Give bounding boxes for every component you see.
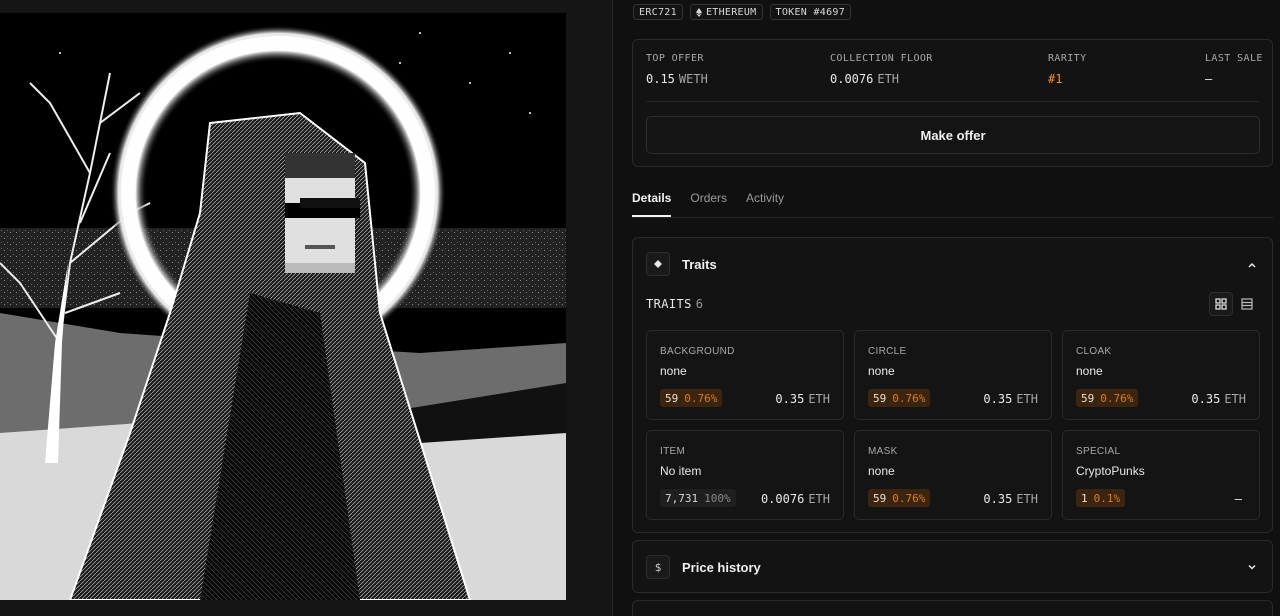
stat-value: 0.15 WETH <box>646 72 708 86</box>
trait-floor-price: 0.35 ETH <box>1191 392 1246 406</box>
stat-label: RARITY <box>1048 53 1087 64</box>
offer-card: TOP OFFER 0.15 WETH COLLECTION FLOOR 0.00… <box>632 39 1273 167</box>
stat-label: LAST SALE <box>1205 53 1263 64</box>
trait-value: none <box>660 364 687 378</box>
traits-header[interactable]: Traits <box>646 252 717 276</box>
traits-count: TRAITS 6 <box>646 297 704 311</box>
stat-value: 0.0076 ETH <box>830 72 900 86</box>
trait-card-special[interactable]: SPECIAL CryptoPunks 1 0.1% – <box>1062 430 1260 520</box>
rarity-rank: #1 <box>1048 72 1063 86</box>
list-icon <box>1241 298 1253 310</box>
trait-card-circle[interactable]: CIRCLE none 59 0.76% 0.35 ETH <box>854 330 1052 420</box>
price-history-title: Price history <box>682 559 761 575</box>
detail-tabs: Details Orders Activity <box>632 191 784 217</box>
details-pane: ERC721 ETHEREUM TOKEN #4697 TOP OFFER 0.… <box>613 0 1280 616</box>
list-view-button[interactable] <box>1235 292 1259 316</box>
trait-floor-price: – <box>1234 492 1242 506</box>
chip-standard: ERC721 <box>633 4 683 20</box>
trait-floor-price: 0.35 ETH <box>775 392 830 406</box>
trait-card-item[interactable]: ITEM No item 7,731 100% 0.0076 ETH <box>646 430 844 520</box>
tab-details[interactable]: Details <box>632 191 672 217</box>
traits-title: Traits <box>682 256 717 272</box>
diamond-icon <box>646 252 670 276</box>
stat-label: TOP OFFER <box>646 53 704 64</box>
trait-rarity-badge: 59 0.76% <box>868 489 931 507</box>
traits-section: Traits TRAITS 6 BACKGROUND none 59 0.76%… <box>632 237 1273 533</box>
grid-icon <box>1215 298 1227 310</box>
price-history-section[interactable]: $ Price history <box>632 540 1273 593</box>
trait-value: none <box>868 364 895 378</box>
trait-type: CIRCLE <box>868 346 907 357</box>
trait-floor-price: 0.35 ETH <box>983 492 1038 506</box>
make-offer-button[interactable]: Make offer <box>646 116 1260 154</box>
trait-value: none <box>868 464 895 478</box>
chevron-up-icon[interactable] <box>1246 259 1258 271</box>
stat-last-sale: LAST SALE – <box>1205 53 1263 86</box>
grid-view-button[interactable] <box>1209 292 1233 316</box>
stat-value: – <box>1205 72 1213 86</box>
trait-type: SPECIAL <box>1076 446 1121 457</box>
chevron-down-icon[interactable] <box>1246 561 1258 573</box>
chip-chain: ETHEREUM <box>689 4 763 20</box>
trait-value: No item <box>660 464 702 478</box>
trait-type: CLOAK <box>1076 346 1112 357</box>
dollar-icon: $ <box>646 555 670 579</box>
hooded-figure-illustration <box>0 13 566 600</box>
tab-activity[interactable]: Activity <box>746 191 784 217</box>
ethereum-icon <box>695 7 702 17</box>
next-section-card[interactable] <box>632 600 1273 616</box>
divider <box>646 101 1259 102</box>
trait-floor-price: 0.0076 ETH <box>760 492 830 506</box>
stat-top-offer: TOP OFFER 0.15 WETH <box>646 53 708 86</box>
view-toggle <box>1209 292 1259 316</box>
chip-token-id: TOKEN #4697 <box>769 4 852 20</box>
trait-grid: BACKGROUND none 59 0.76% 0.35 ETH CIRCLE n… <box>646 330 1260 520</box>
trait-value: CryptoPunks <box>1076 464 1145 478</box>
price-history-header: $ Price history <box>646 555 761 579</box>
stat-collection-floor: COLLECTION FLOOR 0.0076 ETH <box>830 53 933 86</box>
artwork-pane <box>0 0 612 616</box>
trait-rarity-badge: 59 0.76% <box>868 389 931 407</box>
trait-type: BACKGROUND <box>660 346 735 357</box>
trait-rarity-badge: 7,731 100% <box>660 489 736 507</box>
token-chips: ERC721 ETHEREUM TOKEN #4697 <box>633 4 852 20</box>
trait-value: none <box>1076 364 1103 378</box>
stat-label: COLLECTION FLOOR <box>830 53 933 64</box>
trait-card-cloak[interactable]: CLOAK none 59 0.76% 0.35 ETH <box>1062 330 1260 420</box>
trait-rarity-badge: 1 0.1% <box>1076 489 1126 507</box>
trait-floor-price: 0.35 ETH <box>983 392 1038 406</box>
trait-rarity-badge: 59 0.76% <box>660 389 723 407</box>
stat-rarity: RARITY #1 <box>1048 53 1087 86</box>
nft-artwork-image[interactable] <box>0 13 566 600</box>
trait-rarity-badge: 59 0.76% <box>1076 389 1139 407</box>
trait-card-mask[interactable]: MASK none 59 0.76% 0.35 ETH <box>854 430 1052 520</box>
trait-type: ITEM <box>660 446 686 457</box>
trait-type: MASK <box>868 446 898 457</box>
tabs-underline <box>632 217 1273 218</box>
trait-card-background[interactable]: BACKGROUND none 59 0.76% 0.35 ETH <box>646 330 844 420</box>
tab-orders[interactable]: Orders <box>690 191 727 217</box>
